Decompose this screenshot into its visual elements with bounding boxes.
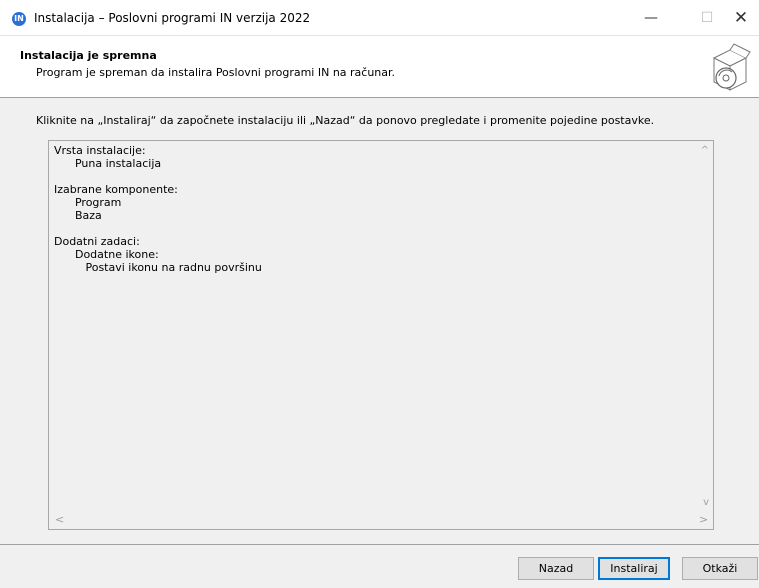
instruction-text: Kliknite na „Instaliraj“ da započnete in… [36,114,655,127]
memo-line: Vrsta instalacije: [54,144,146,157]
ready-memo[interactable]: Vrsta instalacije: Puna instalacija Izab… [48,140,714,530]
page-title: Instalacija je spremna [20,49,157,62]
memo-line: Postavi ikonu na radnu površinu [54,261,262,274]
cancel-button[interactable]: Otkaži [682,557,758,580]
app-icon: IN [12,12,26,26]
memo-line: Dodatne ikone: [54,248,159,261]
memo-line: Puna instalacija [54,157,162,170]
window-title: Instalacija – Poslovni programi IN verzi… [34,11,311,25]
page-subtitle: Program je spreman da instalira Poslovni… [36,66,396,79]
wizard-header: Instalacija je spremna Program je sprema… [0,36,759,98]
minimize-button[interactable]: — [628,0,674,36]
scroll-up-arrow-icon[interactable]: ^ [701,145,709,156]
close-button[interactable]: ✕ [718,0,759,36]
box-with-disc-icon [712,43,751,91]
title-bar: IN Instalacija – Poslovni programi IN ve… [0,0,759,36]
memo-line: Baza [54,209,102,222]
memo-line: Izabrane komponente: [54,183,178,196]
scroll-down-arrow-icon[interactable]: v [703,497,709,508]
scroll-right-arrow-icon[interactable]: > [699,513,708,526]
memo-line: Dodatni zadaci: [54,235,140,248]
memo-content: Vrsta instalacije: Puna instalacija Izab… [54,144,262,274]
scroll-left-arrow-icon[interactable]: < [55,513,64,526]
memo-line [54,222,262,235]
footer-divider [0,544,759,545]
back-button[interactable]: Nazad [518,557,594,580]
install-button[interactable]: Instaliraj [598,557,670,580]
memo-line: Program [54,196,122,209]
memo-line [54,170,262,183]
